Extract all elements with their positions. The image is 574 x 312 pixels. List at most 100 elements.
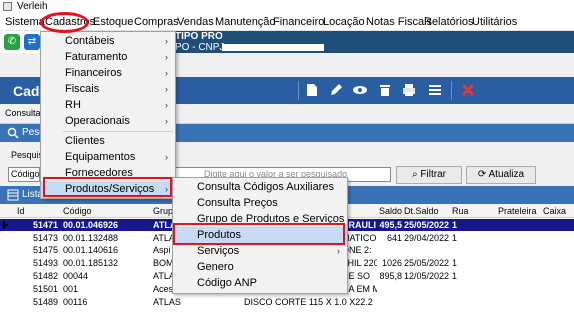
cell-saldo: 1026 (381, 258, 402, 268)
menu-item-codigo-anp[interactable]: Código ANP (173, 275, 347, 292)
menu-notas-fiscais[interactable]: Notas Fiscais (366, 15, 432, 29)
highlight-box-produtos-servicos (43, 177, 172, 197)
cell-grupo: Aces (153, 284, 174, 294)
menu-utilitarios[interactable]: Utilitários (472, 15, 517, 29)
cell-codigo: 001 (63, 284, 79, 294)
cell-rua: 1 (452, 271, 458, 281)
cadastros-menu: Contábeis › Faturamento › Financeiros › Fis… (40, 31, 176, 199)
delete-trash-icon[interactable] (377, 81, 393, 99)
column-header-prateleira[interactable]: Prateleira (498, 205, 537, 217)
column-header-saldo[interactable]: Saldo (379, 205, 402, 217)
chevron-right-icon: › (165, 68, 168, 78)
cell-rua: 1 (452, 233, 458, 243)
chevron-right-icon: › (165, 36, 168, 46)
menu-separator (63, 131, 173, 132)
cell-grupo: Aspi (153, 245, 171, 255)
cell-codigo: 00.01.140616 (63, 245, 119, 255)
cell-dt-saldo: 25/05/2022 (404, 258, 450, 268)
app-icon (3, 2, 12, 11)
chevron-right-icon: › (165, 152, 168, 162)
column-header-grupo[interactable]: Grup (153, 205, 173, 217)
new-document-icon[interactable] (304, 81, 320, 99)
cell-id: 51473 (32, 233, 58, 243)
list-icon (7, 189, 19, 201)
menu-financeiro[interactable]: Financeiro (273, 15, 324, 29)
column-header-dt-saldo[interactable]: Dt.Saldo (404, 205, 439, 217)
table-row[interactable]: 51489 00116 ATLAS DISCO CORTE 115 X 1.0 … (0, 296, 574, 308)
menu-item-servicos[interactable]: Serviços › (173, 243, 347, 260)
cell-rua: 1 (452, 258, 458, 268)
whatsapp-icon[interactable]: ✆ (4, 34, 20, 50)
menu-sistema[interactable]: Sistema (5, 15, 45, 29)
view-eye-icon[interactable] (352, 81, 368, 99)
cell-id: 51489 (32, 297, 58, 307)
redacted-cnpj (222, 44, 324, 51)
menu-vendas[interactable]: Vendas (177, 15, 214, 29)
search-icon (7, 127, 19, 139)
cell-dt-saldo: 25/05/2022 (404, 220, 450, 230)
print-icon[interactable] (401, 81, 417, 99)
menu-estoque[interactable]: Estoque (93, 15, 133, 29)
cell-descricao: DISCO CORTE 115 X 1.0 X22.2 (244, 297, 373, 307)
menu-item-consulta-precos[interactable]: Consulta Preços (173, 195, 347, 212)
toolbar-separator (298, 81, 299, 100)
cell-saldo: 641 (386, 233, 402, 243)
chevron-right-icon: › (165, 100, 168, 110)
title-bar: Verleih (0, 0, 574, 13)
menu-item-faturamento[interactable]: Faturamento › (41, 49, 175, 66)
refresh-icon: ⟳ (477, 169, 489, 180)
company-name: TIPO PRO (175, 31, 223, 42)
toolbar-separator (451, 81, 452, 100)
menu-item-contabeis[interactable]: Contábeis › (41, 33, 175, 50)
refresh-button-label: Atualiza (488, 169, 525, 180)
cell-grupo: BOM (153, 258, 174, 268)
menu-manutencao[interactable]: Manutenção (215, 15, 276, 29)
cell-id: 51493 (32, 258, 58, 268)
cell-id: 51471 (32, 220, 58, 230)
column-header-id[interactable]: Id (17, 205, 25, 217)
chevron-right-icon: › (165, 84, 168, 94)
edit-pencil-icon[interactable] (328, 81, 344, 99)
close-x-icon[interactable] (460, 81, 476, 99)
menu-item-consulta-codigos-auxiliares[interactable]: Consulta Códigos Auxiliares (173, 179, 347, 196)
cell-saldo: 895,8 (379, 271, 402, 281)
cell-grupo: ATLAS (153, 297, 181, 307)
cell-id: 51475 (32, 245, 58, 255)
menu-item-operacionais[interactable]: Operacionais › (41, 113, 175, 130)
cell-rua: 1 (452, 220, 458, 230)
cell-codigo: 00044 (63, 271, 89, 281)
cell-codigo: 00.01.046926 (63, 220, 119, 230)
menu-item-financeiros[interactable]: Financeiros › (41, 65, 175, 82)
filter-button[interactable]: ⌕ Filtrar (396, 166, 462, 184)
column-header-caixa[interactable]: Caixa (543, 205, 566, 217)
cell-dt-saldo: 12/05/2022 (404, 271, 450, 281)
cell-id: 51482 (32, 271, 58, 281)
column-header-rua[interactable]: Rua (452, 205, 469, 217)
filter-button-label: Filtrar (420, 169, 446, 180)
company-banner: TIPO PRO PO - CNPJ : (175, 31, 574, 53)
menu-item-rh[interactable]: RH › (41, 97, 175, 114)
chevron-right-icon: › (165, 52, 168, 62)
cell-id: 51501 (32, 284, 58, 294)
menu-relatorios[interactable]: Relatórios (424, 15, 474, 29)
teamviewer-icon[interactable]: ⇄ (24, 34, 40, 50)
row-indicator-icon (3, 221, 8, 229)
search-field-select[interactable]: Código (8, 167, 40, 182)
menu-item-clientes[interactable]: Clientes (41, 133, 175, 150)
refresh-button[interactable]: ⟳ Atualiza (466, 166, 536, 184)
menu-locacao[interactable]: Locação (323, 15, 365, 29)
menu-item-genero[interactable]: Genero (173, 259, 347, 276)
chevron-right-icon: › (165, 116, 168, 126)
menu-compras[interactable]: Compras (134, 15, 179, 29)
menu-item-fiscais[interactable]: Fiscais › (41, 81, 175, 98)
highlight-box-produtos (173, 223, 345, 245)
tab-consultar[interactable]: Consultar (5, 107, 44, 119)
cell-codigo: 00.01.185132 (63, 258, 119, 268)
menu-lines-icon[interactable] (427, 81, 443, 99)
column-header-codigo[interactable]: Código (63, 205, 92, 217)
window-title: Verleih (17, 1, 48, 12)
cell-dt-saldo: 29/04/2022 (404, 233, 450, 243)
chevron-right-icon: › (337, 246, 340, 256)
highlight-circle-cadastros (40, 12, 89, 33)
menu-item-equipamentos[interactable]: Equipamentos › (41, 149, 175, 166)
